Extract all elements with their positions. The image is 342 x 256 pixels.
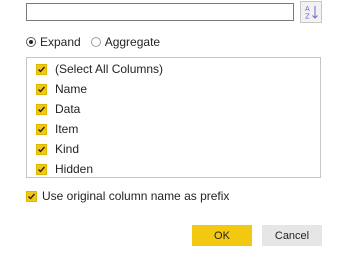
- sort-az-icon: A Z: [305, 5, 318, 21]
- column-item-label: Data: [55, 102, 81, 116]
- column-item-label: Item: [55, 122, 79, 136]
- expand-radio[interactable]: Expand: [26, 35, 81, 49]
- radio-selected-icon: [26, 37, 36, 47]
- expand-column-dialog: A Z Expand Aggregate (Select All Columns…: [0, 0, 342, 256]
- checkbox-checked-icon: [36, 103, 47, 115]
- column-item-item[interactable]: Item: [36, 121, 78, 137]
- column-item-name[interactable]: Name: [36, 81, 87, 97]
- checkbox-checked-icon: [36, 63, 47, 75]
- sort-button[interactable]: A Z: [300, 1, 322, 23]
- column-item-select-all[interactable]: (Select All Columns): [36, 61, 163, 77]
- aggregate-radio[interactable]: Aggregate: [90, 35, 161, 49]
- expand-label: Expand: [40, 35, 81, 49]
- checkbox-checked-icon: [36, 163, 47, 175]
- column-item-hidden[interactable]: Hidden: [36, 161, 93, 177]
- column-search-input[interactable]: [26, 3, 294, 21]
- column-item-label: Hidden: [55, 162, 94, 176]
- ok-button[interactable]: OK: [192, 225, 252, 246]
- checkbox-checked-icon: [36, 83, 47, 95]
- column-item-label: Kind: [55, 142, 80, 156]
- aggregate-label: Aggregate: [104, 35, 161, 49]
- column-item-data[interactable]: Data: [36, 101, 80, 117]
- mode-radio-group: Expand Aggregate: [26, 34, 170, 50]
- column-item-label: Name: [55, 82, 88, 96]
- radio-unselected-icon: [90, 37, 101, 47]
- column-item-kind[interactable]: Kind: [36, 141, 79, 157]
- checkbox-checked-icon: [36, 143, 47, 155]
- checkbox-checked-icon: [36, 123, 47, 135]
- use-prefix-label: Use original column name as prefix: [42, 189, 230, 203]
- checkbox-checked-icon: [26, 190, 37, 202]
- column-item-label: (Select All Columns): [55, 62, 164, 76]
- columns-checklist: (Select All Columns) Name Data Item Kind: [26, 57, 321, 178]
- use-prefix-checkbox[interactable]: Use original column name as prefix: [26, 188, 229, 204]
- sort-icon-bottom-letter: Z: [305, 13, 310, 21]
- cancel-button[interactable]: Cancel: [262, 225, 322, 246]
